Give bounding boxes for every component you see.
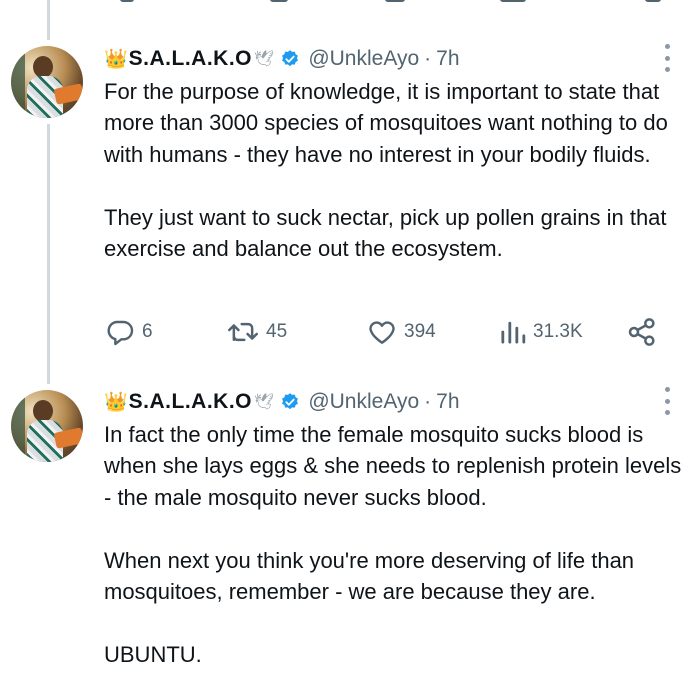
reply-button[interactable]: 6 xyxy=(104,316,153,348)
separator-dot: · xyxy=(424,390,432,413)
tweet-text: For the purpose of knowledge, it is impo… xyxy=(104,79,668,262)
tweet-actions: 6 45 394 31.3K xyxy=(104,316,674,348)
more-vertical-icon[interactable] xyxy=(662,44,672,72)
dove-emoji: 🕊 xyxy=(254,394,275,411)
tweet[interactable]: 👑 S.A.L.A.K.O 🕊 @UnkleAyo · 7h In fact t… xyxy=(0,375,696,685)
heart-icon xyxy=(369,321,395,344)
avatar[interactable] xyxy=(11,390,83,462)
views-button[interactable]: 31.3K xyxy=(499,316,583,348)
like-button[interactable]: 394 xyxy=(366,316,436,348)
display-name[interactable]: S.A.L.A.K.O xyxy=(129,47,252,71)
tweet-header: 👑 S.A.L.A.K.O 🕊 @UnkleAyo · 7h xyxy=(104,387,460,417)
crown-emoji: 👑 xyxy=(104,392,128,413)
repost-count: 45 xyxy=(266,321,288,342)
dove-emoji: 🕊 xyxy=(254,51,275,68)
timestamp[interactable]: 7h xyxy=(436,390,459,414)
verified-badge-icon xyxy=(282,50,299,67)
verified-badge-icon xyxy=(282,393,299,410)
crown-emoji: 👑 xyxy=(104,49,128,70)
avatar[interactable] xyxy=(11,46,83,118)
tweet[interactable]: 👑 S.A.L.A.K.O 🕊 @UnkleAyo · 7h For the p… xyxy=(0,0,696,375)
separator-dot: · xyxy=(424,47,432,70)
repost-button[interactable]: 45 xyxy=(226,316,287,348)
handle[interactable]: @UnkleAyo xyxy=(308,47,419,71)
more-vertical-icon[interactable] xyxy=(662,387,672,415)
like-count: 394 xyxy=(404,321,436,342)
tweet-text: In fact the only time the female mosquit… xyxy=(104,422,682,667)
reply-count: 6 xyxy=(142,321,153,342)
repost-icon xyxy=(228,322,258,342)
reply-icon xyxy=(107,320,134,346)
timestamp[interactable]: 7h xyxy=(436,47,459,71)
share-button[interactable] xyxy=(626,316,664,348)
tweet-header: 👑 S.A.L.A.K.O 🕊 @UnkleAyo · 7h xyxy=(104,44,460,74)
view-count: 31.3K xyxy=(533,321,583,342)
display-name[interactable]: S.A.L.A.K.O xyxy=(129,390,252,414)
views-icon xyxy=(501,321,526,344)
share-icon xyxy=(628,318,655,346)
handle[interactable]: @UnkleAyo xyxy=(308,390,419,414)
